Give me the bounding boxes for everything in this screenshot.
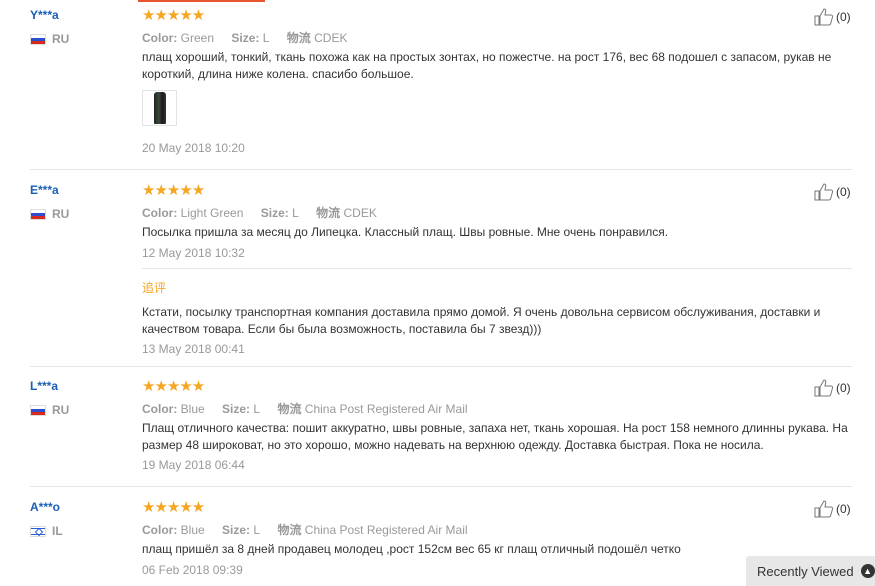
russia-flag-icon	[30, 404, 46, 416]
rating-stars: ★★★★★	[142, 378, 205, 395]
review-text: плащ хороший, тонкий, ткань похожа как н…	[142, 50, 832, 81]
rating-stars: ★★★★★	[142, 7, 205, 24]
review-date: 19 May 2018 06:44	[142, 458, 245, 472]
review-text: Посылка пришла за месяц до Липецка. Клас…	[142, 225, 669, 239]
review-date: 20 May 2018 10:20	[142, 141, 245, 155]
followup-divider	[142, 268, 852, 269]
russia-flag-icon	[30, 208, 46, 220]
coat-photo	[153, 92, 166, 124]
rating-stars: ★★★★★	[142, 499, 205, 516]
helpful-button[interactable]: (0)	[814, 379, 851, 397]
reviewer-name[interactable]: E***a	[30, 183, 59, 197]
russia-flag-icon	[30, 33, 46, 45]
review-item: L***a RU ★★★★★ Color: Blue Size: L 物流 Ch…	[0, 378, 875, 479]
review-item: E***a RU ★★★★★ Color: Light Green Size: …	[0, 182, 875, 363]
helpful-button[interactable]: (0)	[814, 500, 851, 518]
review-separator	[30, 169, 852, 170]
review-text: Плащ отличного качества: пошит аккуратно…	[142, 421, 848, 452]
reviewer-country: RU	[30, 32, 69, 46]
review-attributes: Color: Green Size: L 物流 CDEK	[142, 31, 348, 45]
reviewer-name[interactable]: L***a	[30, 379, 58, 393]
thumbs-up-icon	[814, 500, 834, 518]
review-date: 06 Feb 2018 09:39	[142, 563, 243, 577]
active-tab-indicator	[138, 0, 265, 2]
followup-date: 13 May 2018 00:41	[142, 342, 245, 356]
reviewer-name[interactable]: A***o	[30, 500, 60, 514]
thumbs-up-icon	[814, 379, 834, 397]
followup-label: 追评	[142, 281, 167, 295]
helpful-button[interactable]: (0)	[814, 183, 851, 201]
israel-flag-icon	[30, 525, 46, 537]
review-attributes: Color: Blue Size: L 物流 China Post Regist…	[142, 523, 468, 537]
reviewer-name[interactable]: Y***a	[30, 8, 59, 22]
thumbs-up-icon	[814, 8, 834, 26]
followup-text: Кстати, посылку транспортная компания до…	[142, 305, 821, 336]
reviewer-country: RU	[30, 403, 69, 417]
review-attributes: Color: Light Green Size: L 物流 CDEK	[142, 206, 377, 220]
reviewer-country: RU	[30, 207, 69, 221]
rating-stars: ★★★★★	[142, 182, 205, 199]
review-item: Y***a RU ★★★★★ Color: Green Size: L 物流 C…	[0, 7, 875, 168]
review-item: A***o IL ★★★★★ Color: Blue Size: L 物流 Ch…	[0, 499, 875, 586]
review-attributes: Color: Blue Size: L 物流 China Post Regist…	[142, 402, 468, 416]
review-photo-thumbnail[interactable]	[142, 90, 177, 126]
reviewer-country: IL	[30, 524, 63, 538]
review-date: 12 May 2018 10:32	[142, 246, 245, 260]
review-separator	[30, 486, 852, 487]
recently-viewed-label: Recently Viewed	[757, 563, 854, 579]
thumbs-up-icon	[814, 183, 834, 201]
review-separator	[30, 366, 852, 367]
recently-viewed-button[interactable]: Recently Viewed ▲	[746, 556, 875, 586]
helpful-button[interactable]: (0)	[814, 8, 851, 26]
chevron-up-icon: ▲	[860, 564, 875, 578]
